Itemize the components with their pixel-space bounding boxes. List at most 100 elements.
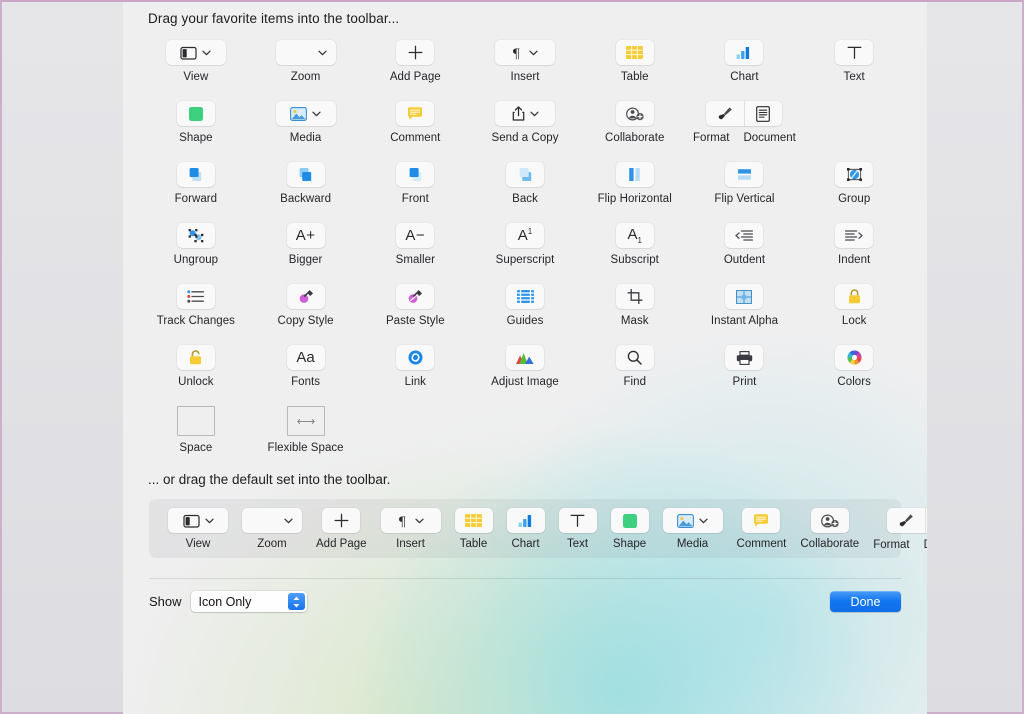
indent-icon-button[interactable] [835,223,874,248]
sidebar-layout-icon-button[interactable] [168,508,228,533]
flip-horizontal-icon-button[interactable] [615,162,654,187]
palette-item-indent[interactable]: Indent [799,223,909,266]
chevron-updown-icon[interactable] [287,593,305,610]
segmented-control[interactable] [886,508,927,533]
palette-item-view[interactable]: View [141,40,251,83]
comment-icon-button[interactable] [742,508,781,533]
lock-icon-button[interactable] [835,284,874,309]
palette-item-back[interactable]: Back [470,162,580,205]
comment-icon-button[interactable] [396,101,435,126]
palette-item-shape[interactable]: Shape [141,101,251,144]
subscript-icon-button[interactable]: A1 [615,223,654,248]
palette-item-zoom[interactable]: Zoom [251,40,361,83]
forward-icon-button[interactable] [176,162,215,187]
superscript-icon-button[interactable]: A1 [506,223,545,248]
plus-icon-button[interactable] [396,40,435,65]
collaborate-icon-button[interactable] [810,508,849,533]
palette-item-paste-style[interactable]: Paste Style [360,284,470,327]
mask-icon-button[interactable] [615,284,654,309]
print-icon-button[interactable] [725,345,764,370]
default-set-item-shape[interactable]: Shape [604,508,656,550]
pilcrow-icon-button[interactable]: ¶ [380,508,441,533]
group-icon-button[interactable] [835,162,874,187]
show-popup-button[interactable]: Icon Only [190,591,307,612]
unlock-icon-button[interactable] [176,345,215,370]
palette-item-flexible-space[interactable]: Flexible Space [251,406,361,454]
default-set-item-collaborate[interactable]: Collaborate [793,508,866,550]
a-plus-icon-button[interactable]: A+ [286,223,325,248]
default-set-item-comment[interactable]: Comment [730,508,794,550]
palette-item-front[interactable]: Front [360,162,470,205]
palette-item-send-a-copy[interactable]: Send a Copy [470,101,580,144]
zoom-blank-icon-button[interactable] [275,40,336,65]
backward-icon-button[interactable] [286,162,325,187]
default-set-item-add-page[interactable]: Add Page [309,508,374,550]
bar-chart-icon-button[interactable] [725,40,764,65]
green-square-icon-button[interactable] [610,508,649,533]
palette-item-adjust-image[interactable]: Adjust Image [470,345,580,388]
default-set-item-insert[interactable]: ¶ Insert [374,508,448,550]
palette-item-outdent[interactable]: Outdent [690,223,800,266]
fonts-aa-icon-button[interactable]: Aa [286,345,325,370]
a-minus-icon-button[interactable]: A− [396,223,435,248]
photo-icon-button[interactable] [662,508,723,533]
palette-item-superscript[interactable]: A1 Superscript [470,223,580,266]
palette-item-backward[interactable]: Backward [251,162,361,205]
photo-icon-button[interactable] [275,101,336,126]
palette-item-flip-vertical[interactable]: Flip Vertical [690,162,800,205]
text-t-icon-button[interactable] [558,508,597,533]
palette-item-unlock[interactable]: Unlock [141,345,251,388]
palette-item-add-page[interactable]: Add Page [360,40,470,83]
default-set-item-text[interactable]: Text [552,508,604,550]
palette-item-instant-alpha[interactable]: Instant Alpha [690,284,800,327]
paintbrush-icon[interactable] [887,508,925,533]
palette-item-guides[interactable]: Guides [470,284,580,327]
palette-item-insert[interactable]: ¶ Insert [470,40,580,83]
back-icon-button[interactable] [506,162,545,187]
link-icon-button[interactable] [396,345,435,370]
bar-chart-icon-button[interactable] [506,508,545,533]
palette-item-collaborate[interactable]: Collaborate [580,101,690,144]
search-icon-button[interactable] [615,345,654,370]
default-set-item-zoom[interactable]: Zoom [235,508,309,550]
ungroup-icon-button[interactable] [176,223,215,248]
default-set-item-table[interactable]: Table [448,508,500,550]
palette-item-print[interactable]: Print [690,345,800,388]
palette-item-flip-horizontal[interactable]: Flip Horizontal [580,162,690,205]
palette-item-smaller[interactable]: A− Smaller [360,223,470,266]
palette-item-bigger[interactable]: A+ Bigger [251,223,361,266]
palette-item-comment[interactable]: Comment [360,101,470,144]
default-toolbar-set[interactable]: View Zoom Add Page ¶ Insert Table Chart Text Sha… [149,499,927,558]
palette-item-space[interactable]: Space [141,406,251,454]
flip-vertical-icon-button[interactable] [725,162,764,187]
default-set-item-view[interactable]: View [161,508,235,550]
track-changes-icon-button[interactable] [176,284,215,309]
share-icon-button[interactable] [495,101,556,126]
palette-item-mask[interactable]: Mask [580,284,690,327]
pilcrow-icon-button[interactable]: ¶ [495,40,556,65]
palette-item-ungroup[interactable]: Ungroup [141,223,251,266]
green-square-icon-button[interactable] [176,101,215,126]
palette-item-lock[interactable]: Lock [799,284,909,327]
palette-item-track-changes[interactable]: Track Changes [141,284,251,327]
zoom-blank-icon-button[interactable] [242,508,302,533]
palette-item-subscript[interactable]: A1 Subscript [580,223,690,266]
palette-item-text[interactable]: Text [799,40,909,83]
palette-item-group[interactable]: Group [799,162,909,205]
paste-style-icon-button[interactable] [396,284,435,309]
segmented-control[interactable] [706,101,783,126]
palette-item-link[interactable]: Link [360,345,470,388]
done-button[interactable]: Done [830,591,901,612]
plus-icon-button[interactable] [322,508,361,533]
palette-item-copy-style[interactable]: Copy Style [251,284,361,327]
table-icon-button[interactable] [615,40,654,65]
palette-item-find[interactable]: Find [580,345,690,388]
palette-item-fonts[interactable]: Aa Fonts [251,345,361,388]
colors-wheel-icon-button[interactable] [835,345,874,370]
palette-item-media[interactable]: Media [251,101,361,144]
space-box-icon[interactable] [176,406,215,436]
copy-style-icon-button[interactable] [286,284,325,309]
front-icon-button[interactable] [396,162,435,187]
flexible-space-box-icon[interactable] [286,406,325,436]
default-set-item-format[interactable]: Format Document [866,508,927,551]
